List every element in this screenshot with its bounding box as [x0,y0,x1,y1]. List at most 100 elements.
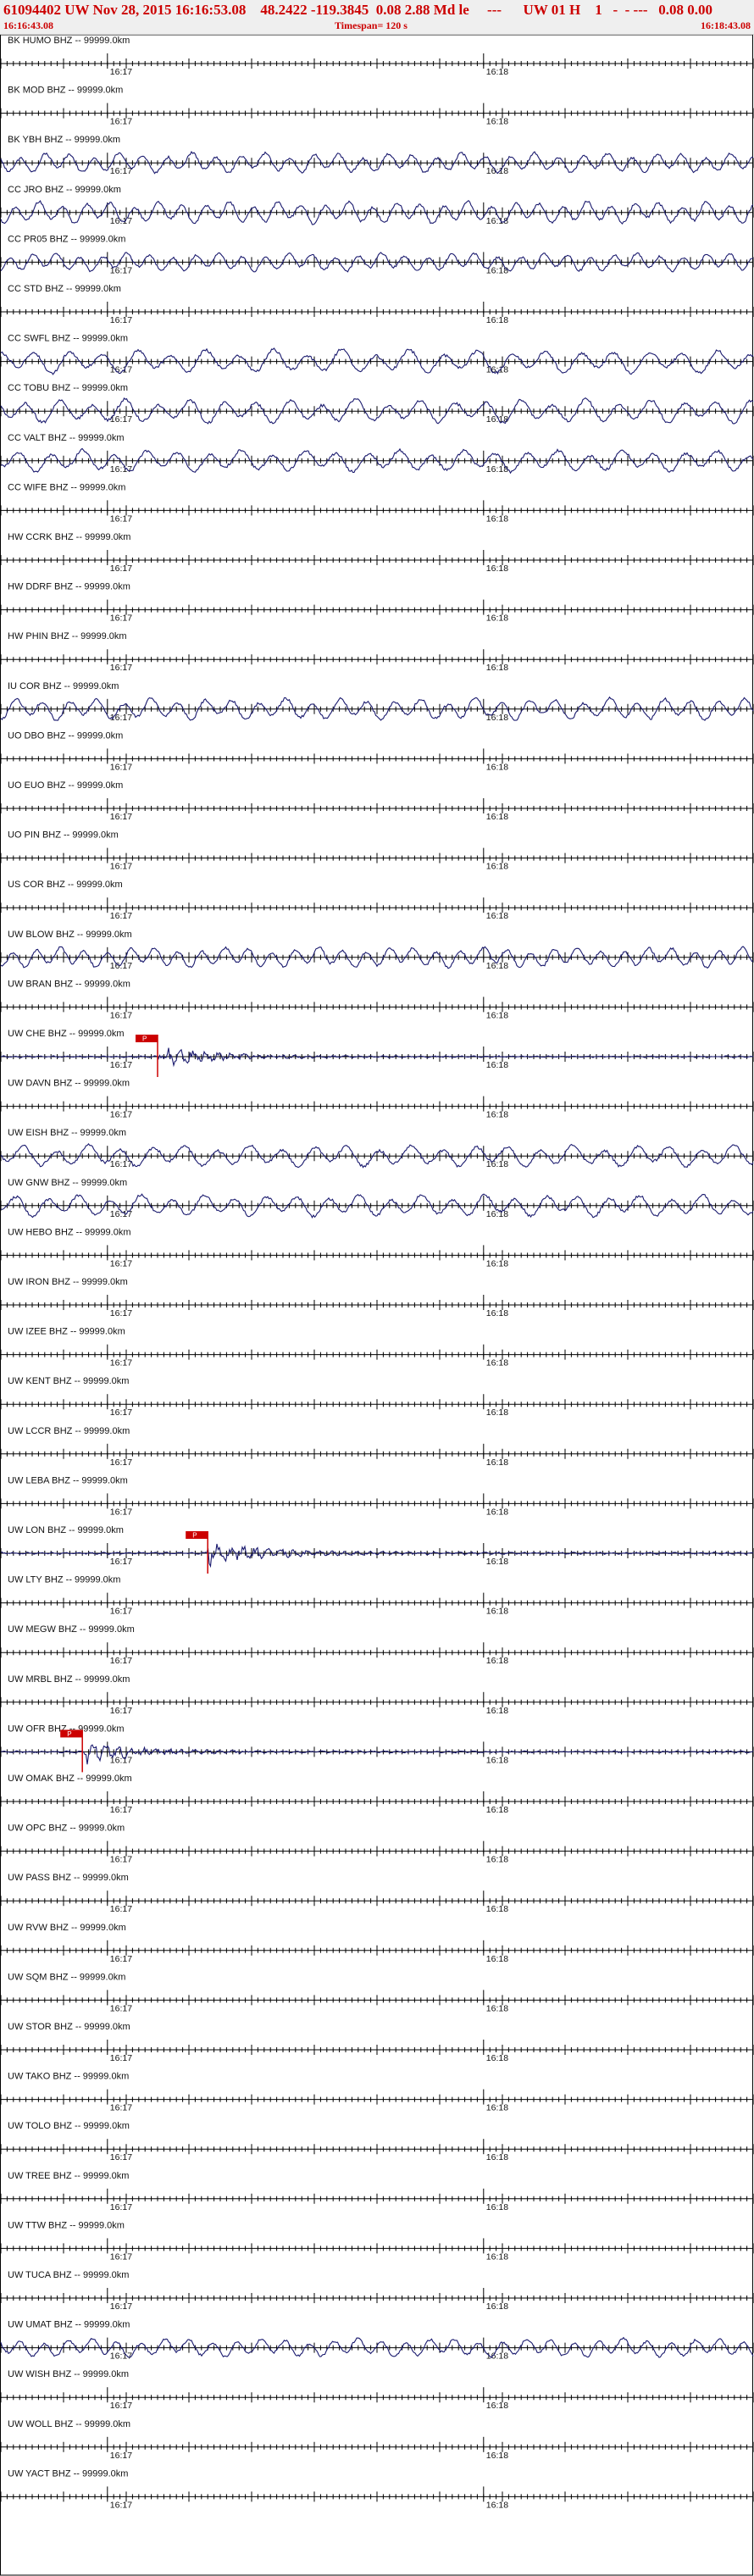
trace-label: CC TOBU BHZ -- 99999.0km [8,383,128,393]
time-tick-label: 16:17 [110,1557,132,1567]
time-tick-label: 16:18 [486,1855,508,1865]
time-tick-label: 16:17 [110,166,132,176]
time-tick-label: 16:18 [486,67,508,77]
trace-label: CC JRO BHZ -- 99999.0km [8,185,121,195]
time-tick-label: 16:17 [110,315,132,325]
time-tick-label: 16:18 [486,1706,508,1716]
time-tick-label: 16:17 [110,117,132,127]
time-tick-label: 16:17 [110,2251,132,2262]
trace-label: UW PASS BHZ -- 99999.0km [8,1873,129,1883]
time-tick-label: 16:17 [110,464,132,475]
time-tick-label: 16:18 [486,1755,508,1765]
trace-label: UW OMAK BHZ -- 99999.0km [8,1774,132,1784]
time-tick-label: 16:17 [110,1656,132,1666]
trace-label: UW TREE BHZ -- 99999.0km [8,2171,129,2181]
time-tick-label: 16:18 [486,812,508,822]
trace-label: CC WIFE BHZ -- 99999.0km [8,482,125,492]
time-tick-label: 16:18 [486,713,508,723]
trace-label: HW CCRK BHZ -- 99999.0km [8,532,130,542]
time-tick-label: 16:18 [486,1110,508,1120]
time-tick-label: 16:17 [110,2053,132,2063]
time-tick-label: 16:17 [110,1060,132,1070]
trace-label: UW BRAN BHZ -- 99999.0km [8,979,130,989]
trace-label: UW GNW BHZ -- 99999.0km [8,1178,127,1188]
time-tick-label: 16:18 [486,117,508,127]
trace-label: UO EUO BHZ -- 99999.0km [8,780,123,791]
trace-label: CC PR05 BHZ -- 99999.0km [8,234,125,244]
time-tick-label: 16:17 [110,812,132,822]
trace-label: BK MOD BHZ -- 99999.0km [8,86,123,96]
time-tick-label: 16:17 [110,1706,132,1716]
trace-label: CC STD BHZ -- 99999.0km [8,284,121,294]
time-tick-label: 16:17 [110,1407,132,1418]
time-tick-label: 16:17 [110,2451,132,2461]
trace-label: CC VALT BHZ -- 99999.0km [8,433,125,443]
time-tick-label: 16:18 [486,911,508,921]
trace-label: UW EISH BHZ -- 99999.0km [8,1128,126,1138]
trace-label: UW TTW BHZ -- 99999.0km [8,2220,125,2230]
time-tick-label: 16:18 [486,2500,508,2510]
time-tick-label: 16:18 [486,2152,508,2162]
trace-label: HW DDRF BHZ -- 99999.0km [8,582,130,592]
time-tick-label: 16:18 [486,2451,508,2461]
trace-label: UW MEGW BHZ -- 99999.0km [8,1624,135,1635]
seismogram-plot: BK HUMO BHZ -- 99999.0km 16:17 16:18 BK MOD… [0,35,754,2576]
time-tick-label: 16:17 [110,2351,132,2362]
time-tick-label: 16:17 [110,2202,132,2212]
trace-label: UW YACT BHZ -- 99999.0km [8,2468,128,2479]
time-tick-label: 16:17 [110,2103,132,2113]
time-tick-label: 16:18 [486,1954,508,1964]
time-tick-label: 16:18 [486,2053,508,2063]
phase-pick-label: P [67,1730,71,1738]
trace-label: HW PHIN BHZ -- 99999.0km [8,631,127,641]
time-tick-label: 16:18 [486,613,508,624]
trace-label: UW LON BHZ -- 99999.0km [8,1525,124,1535]
time-tick-label: 16:17 [110,1855,132,1865]
timespan-label: Timespan= 120 s [335,19,407,31]
time-tick-label: 16:18 [486,762,508,772]
time-tick-label: 16:18 [486,2251,508,2262]
trace-label: UW HEBO BHZ -- 99999.0km [8,1227,130,1237]
time-tick-label: 16:17 [110,663,132,673]
time-tick-label: 16:17 [110,2500,132,2510]
time-tick-label: 16:17 [110,1507,132,1517]
time-tick-label: 16:18 [486,1308,508,1319]
trace-label: US COR BHZ -- 99999.0km [8,880,123,890]
trace-label: UW LTY BHZ -- 99999.0km [8,1575,120,1585]
time-tick-label: 16:18 [486,1258,508,1269]
trace-label: UW SQM BHZ -- 99999.0km [8,1972,125,1982]
trace-label: UW UMAT BHZ -- 99999.0km [8,2320,130,2330]
time-tick-label: 16:17 [110,762,132,772]
time-tick-label: 16:18 [486,166,508,176]
trace-label: UW TOLO BHZ -- 99999.0km [8,2121,130,2131]
trace-label: CC SWFL BHZ -- 99999.0km [8,334,128,344]
seismogram-header: 61094402 UW Nov 28, 2015 16:16:53.08 48.… [0,0,754,35]
trace-label: UW DAVN BHZ -- 99999.0km [8,1079,130,1089]
time-tick-label: 16:17 [110,2301,132,2312]
trace-label: UW LEBA BHZ -- 99999.0km [8,1475,128,1485]
trace-label: BK YBH BHZ -- 99999.0km [8,135,120,145]
time-tick-label: 16:18 [486,1010,508,1020]
time-tick-label: 16:18 [486,2401,508,2411]
time-tick-label: 16:17 [110,2152,132,2162]
time-tick-label: 16:17 [110,862,132,872]
time-tick-label: 16:18 [486,2003,508,2013]
time-tick-label: 16:18 [486,1159,508,1169]
time-tick-label: 16:18 [486,1209,508,1219]
time-tick-label: 16:18 [486,2202,508,2212]
trace-label: BK HUMO BHZ -- 99999.0km [8,36,130,46]
trace-label: UW STOR BHZ -- 99999.0km [8,2022,130,2032]
time-tick-label: 16:17 [110,911,132,921]
time-tick-label: 16:17 [110,1010,132,1020]
time-tick-label: 16:17 [110,961,132,971]
time-tick-label: 16:17 [110,1607,132,1617]
time-tick-label: 16:17 [110,2401,132,2411]
time-tick-label: 16:18 [486,1607,508,1617]
time-tick-label: 16:18 [486,663,508,673]
time-tick-label: 16:18 [486,1904,508,1914]
time-tick-label: 16:17 [110,1954,132,1964]
trace-label: UW BLOW BHZ -- 99999.0km [8,930,132,940]
start-time: 16:16:43.08 [3,19,53,31]
time-tick-label: 16:17 [110,1159,132,1169]
time-tick-label: 16:17 [110,1110,132,1120]
